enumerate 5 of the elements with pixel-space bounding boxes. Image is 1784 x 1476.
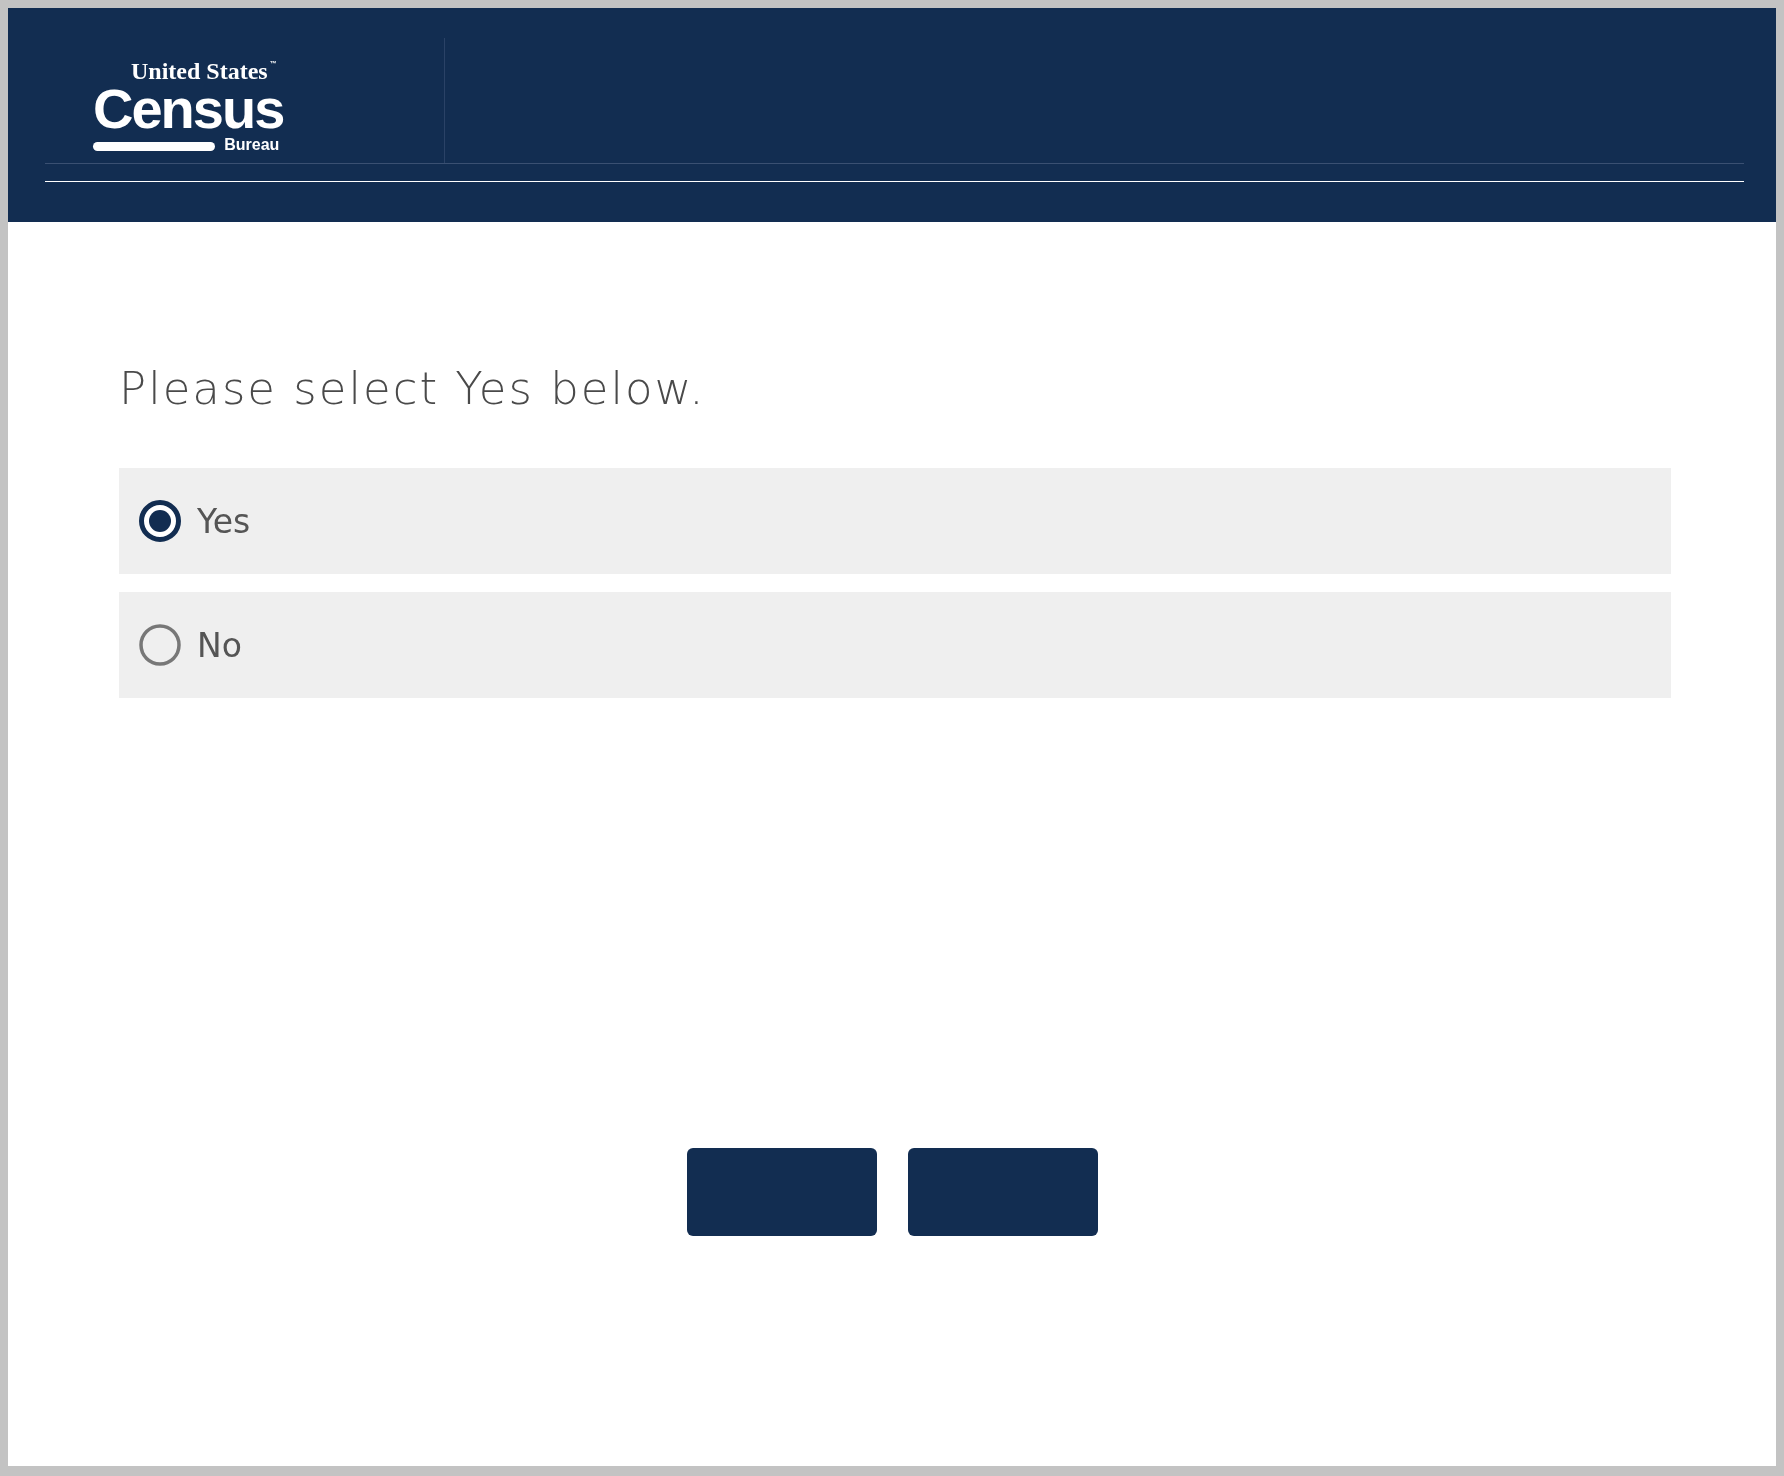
- navigation-button[interactable]: [908, 1148, 1098, 1236]
- navigation-button[interactable]: [687, 1148, 877, 1236]
- question-prompt: Please select Yes below.: [119, 362, 707, 416]
- radio-option[interactable]: Yes: [119, 468, 1671, 574]
- radio-option[interactable]: No: [119, 592, 1671, 698]
